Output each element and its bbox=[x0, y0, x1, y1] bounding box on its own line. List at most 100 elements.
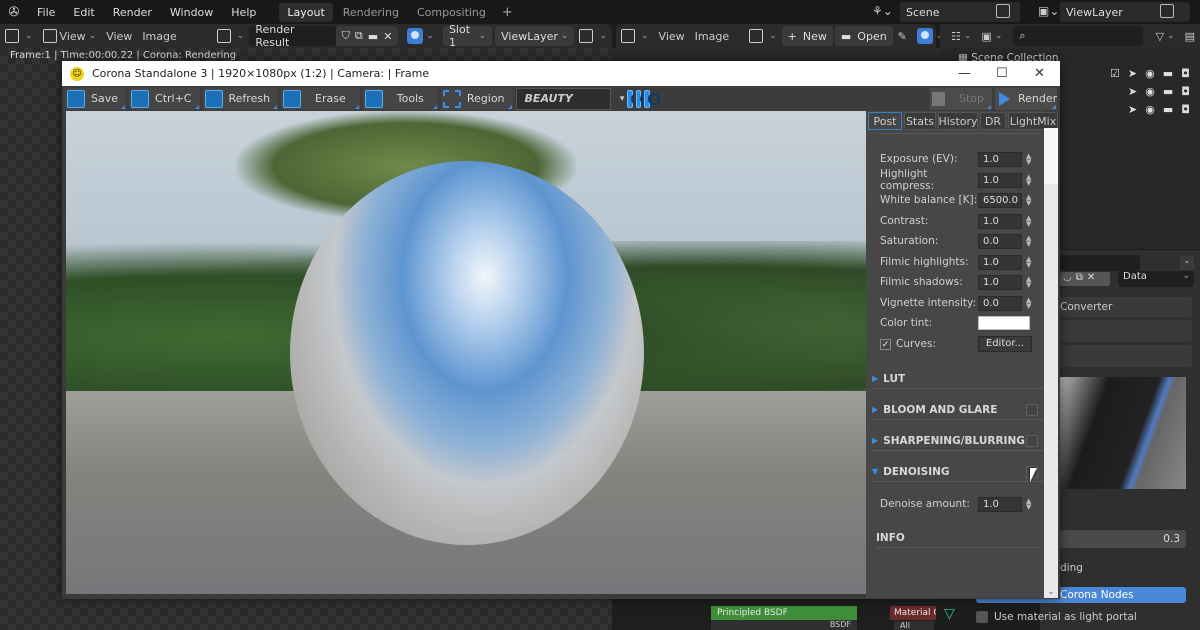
layer-selector[interactable]: ViewLayer ⌄ bbox=[495, 26, 575, 46]
setting-value[interactable]: 1.0 bbox=[978, 151, 1022, 167]
select-icon[interactable]: ➤ bbox=[1128, 103, 1137, 116]
spinner-icon[interactable]: ▲ ▼ bbox=[1026, 174, 1031, 187]
fake-user-icon[interactable]: ⛉ bbox=[342, 29, 350, 43]
section-checkbox[interactable] bbox=[1026, 403, 1038, 416]
monitor-icon[interactable]: ▬ bbox=[1163, 103, 1173, 116]
tab-stats[interactable]: Stats bbox=[904, 112, 936, 130]
tab-history[interactable]: History bbox=[938, 112, 978, 130]
section-bloom-and-glare[interactable]: ▶ BLOOM AND GLARE bbox=[872, 400, 1044, 420]
menu-edit[interactable]: Edit bbox=[64, 6, 103, 19]
corona-node-icon[interactable]: ▽ bbox=[944, 606, 955, 622]
duplicate-icon[interactable]: ⧉ bbox=[1076, 272, 1083, 286]
save-button[interactable]: Save bbox=[65, 87, 127, 110]
copy-button[interactable]: Ctrl+C bbox=[129, 87, 200, 110]
link-data-select[interactable]: Data ⌄ bbox=[1118, 271, 1194, 287]
section-lut[interactable]: ▶ LUT bbox=[872, 369, 1044, 389]
preview-value-field[interactable]: 0.3 bbox=[1060, 530, 1186, 548]
zoom-in-button[interactable] bbox=[627, 89, 643, 108]
setting-value[interactable]: 1.0 bbox=[978, 172, 1022, 188]
section-sharpening-blurring[interactable]: ▶ SHARPENING/BLURRING bbox=[872, 431, 1044, 451]
copy-viewlayer-icon[interactable] bbox=[1160, 4, 1174, 18]
corona-title-bar[interactable]: ☺ Corona Standalone 3 | 1920×1080px (1:2… bbox=[62, 61, 1060, 86]
eye-icon[interactable]: ◉ bbox=[1145, 103, 1155, 116]
open-image-button[interactable]: ▬ Open bbox=[834, 26, 893, 46]
curves-editor-button[interactable]: Editor... bbox=[978, 336, 1032, 352]
editor-type-button[interactable]: ⌄ bbox=[0, 26, 38, 46]
exclude-checkbox[interactable]: ☑ bbox=[1110, 67, 1120, 80]
props-subpanel[interactable] bbox=[1058, 320, 1192, 342]
render-button[interactable]: Render bbox=[994, 87, 1057, 110]
erase-button[interactable]: Erase bbox=[281, 87, 360, 110]
material-name-field[interactable] bbox=[1060, 255, 1140, 271]
view-mode-button[interactable]: View ⌄ bbox=[38, 26, 102, 46]
shield-icon[interactable]: ◡ bbox=[1063, 272, 1072, 286]
unlink-icon[interactable]: ✕ bbox=[1087, 272, 1095, 286]
spinner-icon[interactable]: ▲ ▼ bbox=[1026, 235, 1031, 248]
denoise-value[interactable]: 1.0 bbox=[978, 496, 1022, 512]
close-button[interactable]: ✕ bbox=[1034, 66, 1045, 81]
light-portal-checkbox[interactable]: Use material as light portal bbox=[976, 611, 1137, 623]
pin-icon[interactable]: ✎ bbox=[893, 26, 912, 46]
eye-icon[interactable]: ◉ bbox=[1145, 67, 1155, 80]
browse-image-button[interactable]: ⌄ bbox=[212, 26, 250, 46]
section-checkbox[interactable] bbox=[1026, 434, 1038, 447]
display-mode-button[interactable]: ☷ ⌄ bbox=[946, 26, 976, 46]
copy-scene-icon[interactable] bbox=[996, 4, 1010, 18]
setting-value[interactable]: 6500.0 bbox=[978, 192, 1022, 208]
curves-checkbox[interactable]: ✓ bbox=[880, 338, 891, 350]
menu-window[interactable]: Window bbox=[161, 6, 222, 19]
tab-rendering[interactable]: Rendering bbox=[335, 3, 407, 22]
eye-icon[interactable]: ◉ bbox=[1145, 85, 1155, 98]
image-name-field[interactable]: Render Result bbox=[249, 23, 336, 49]
material-output-node[interactable]: Material C bbox=[890, 606, 936, 620]
spinner-icon[interactable]: ▲ ▼ bbox=[1026, 297, 1031, 310]
setting-value[interactable]: 0.0 bbox=[978, 295, 1022, 311]
section-denoising[interactable]: ▼ DENOISING bbox=[872, 462, 1044, 482]
scroll-down-icon[interactable]: ⌄ bbox=[1044, 587, 1058, 596]
minimize-button[interactable]: — bbox=[958, 66, 971, 81]
refresh-button[interactable]: Refresh bbox=[202, 87, 279, 110]
display-channels-button[interactable]: ⌄ bbox=[574, 26, 612, 46]
tab-dr[interactable]: DR bbox=[980, 112, 1006, 130]
duplicate-icon[interactable]: ⧉ bbox=[355, 29, 363, 43]
browse-image-button-2[interactable]: ⌄ bbox=[744, 26, 782, 46]
menu-image[interactable]: Image bbox=[137, 26, 181, 46]
camera-icon[interactable]: ◘ bbox=[1181, 67, 1190, 80]
setting-value[interactable]: 1.0 bbox=[978, 274, 1022, 290]
setting-value[interactable]: 1.0 bbox=[978, 254, 1022, 270]
folder-icon[interactable]: ▬ bbox=[368, 30, 378, 43]
camera-icon[interactable]: ◘ bbox=[1181, 85, 1190, 98]
menu-file[interactable]: File bbox=[28, 6, 64, 19]
viewlayer-icon[interactable]: ▣⌄ bbox=[1038, 4, 1059, 18]
spinner-icon[interactable]: ▲ ▼ bbox=[1026, 153, 1031, 166]
monitor-icon[interactable]: ▬ bbox=[1163, 85, 1173, 98]
converter-panel[interactable]: Converter bbox=[1058, 297, 1192, 317]
monitor-icon[interactable]: ▬ bbox=[1163, 67, 1173, 80]
stop-button[interactable]: Stop bbox=[929, 87, 992, 110]
render-viewport[interactable] bbox=[66, 111, 866, 594]
new-image-button[interactable]: + New bbox=[781, 26, 833, 46]
blender-logo-icon[interactable]: ✇ bbox=[0, 5, 28, 20]
menu-image-2[interactable]: Image bbox=[690, 26, 734, 46]
tab-layout[interactable]: Layout bbox=[279, 2, 333, 22]
add-workspace-button[interactable]: + bbox=[494, 5, 521, 20]
select-icon[interactable]: ➤ bbox=[1128, 85, 1137, 98]
section-info[interactable]: INFO bbox=[876, 528, 1040, 548]
tab-compositing[interactable]: Compositing bbox=[409, 3, 494, 22]
new-collection-icon[interactable]: ▤ bbox=[1180, 26, 1200, 46]
zoom-out-button[interactable] bbox=[635, 89, 651, 108]
spinner-icon[interactable]: ▲ ▼ bbox=[1026, 256, 1031, 269]
maximize-button[interactable]: ☐ bbox=[996, 66, 1008, 81]
spinner-icon[interactable]: ▲ ▼ bbox=[1026, 215, 1031, 228]
filter-icon[interactable]: ▽ ⌄ bbox=[1151, 26, 1180, 46]
menu-view-2[interactable]: View bbox=[654, 26, 690, 46]
outliner-search-input[interactable]: ⌕ bbox=[1013, 26, 1143, 46]
unlink-icon[interactable]: ✕ bbox=[383, 30, 392, 43]
dropdown-arrow-icon[interactable]: ▾ bbox=[620, 94, 625, 104]
region-button[interactable]: Region bbox=[440, 87, 513, 110]
tab-post[interactable]: Post bbox=[868, 112, 902, 130]
props-subpanel[interactable] bbox=[1058, 345, 1192, 367]
scene-icon[interactable]: ⚘⌄ bbox=[872, 4, 893, 18]
spinner-icon[interactable]: ▲ ▼ bbox=[1026, 498, 1031, 511]
setting-value[interactable]: 1.0 bbox=[978, 213, 1022, 229]
